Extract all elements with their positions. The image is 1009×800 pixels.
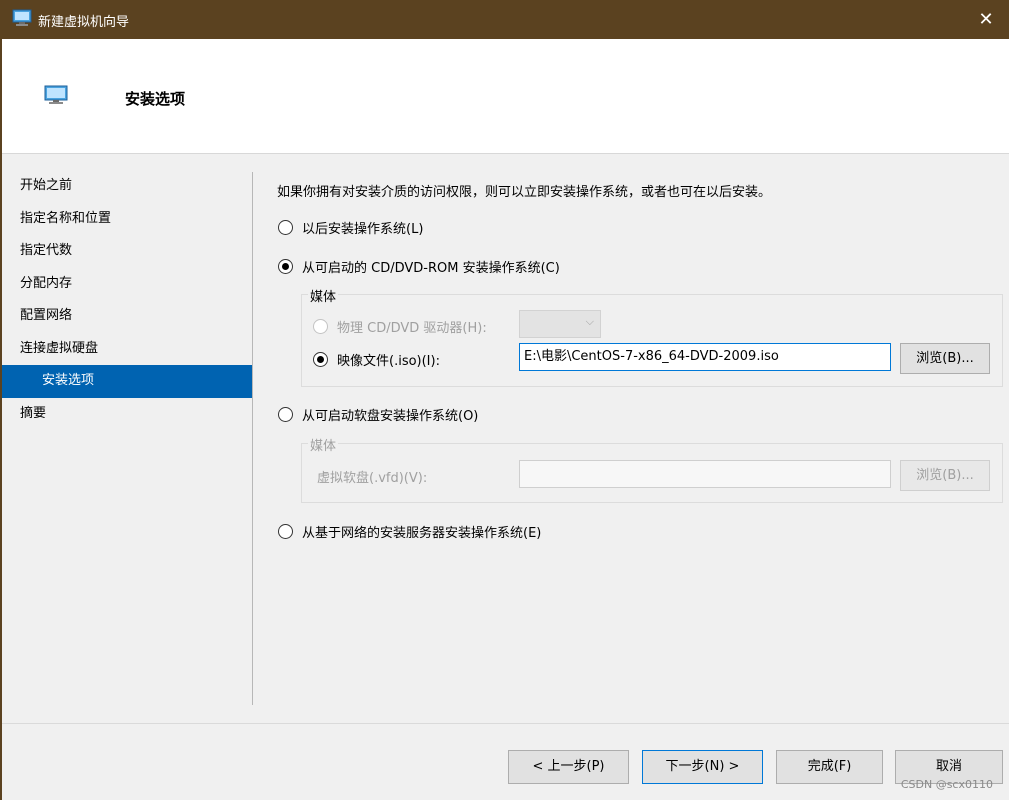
- nav-item-virtual-disk[interactable]: 连接虚拟硬盘: [2, 333, 252, 366]
- radio-cd-dvd[interactable]: [278, 259, 293, 274]
- nav-item-network[interactable]: 配置网络: [2, 300, 252, 333]
- radio-install-later[interactable]: [278, 220, 293, 235]
- option-physical-drive: 物理 CD/DVD 驱动器(H):: [313, 317, 487, 336]
- nav-item-summary[interactable]: 摘要: [2, 398, 252, 431]
- browse-image-button[interactable]: 浏览(B)...: [900, 343, 990, 374]
- next-button[interactable]: 下一步(N) >: [642, 750, 763, 784]
- close-icon[interactable]: ✕: [963, 0, 1009, 39]
- install-options-panel: 如果你拥有对安装介质的访问权限，则可以立即安装操作系统，或者也可在以后安装。 以…: [255, 154, 1009, 714]
- nav-item-name-location[interactable]: 指定名称和位置: [2, 203, 252, 236]
- cd-media-group: [301, 294, 1003, 387]
- physical-drive-label: 物理 CD/DVD 驱动器(H):: [337, 321, 487, 336]
- option-cd-dvd[interactable]: 从可启动的 CD/DVD-ROM 安装操作系统(C): [278, 257, 560, 276]
- radio-network[interactable]: [278, 524, 293, 539]
- radio-image-file[interactable]: [313, 352, 328, 367]
- wizard-header: 安装选项: [2, 39, 1009, 154]
- option-image-file[interactable]: 映像文件(.iso)(I):: [313, 350, 440, 369]
- vfd-label: 虚拟软盘(.vfd)(V):: [317, 471, 428, 486]
- previous-button[interactable]: < 上一步(P): [508, 750, 629, 784]
- intro-text: 如果你拥有对安装介质的访问权限，则可以立即安装操作系统，或者也可在以后安装。: [277, 185, 772, 200]
- wizard-nav: 开始之前 指定名称和位置 指定代数 分配内存 配置网络 连接虚拟硬盘 安装选项 …: [2, 170, 252, 430]
- footer-divider: [2, 723, 1009, 724]
- wizard-monitor-icon: [44, 85, 68, 104]
- floppy-media-group-label: 媒体: [308, 435, 339, 454]
- watermark-text: CSDN @scx0110: [900, 778, 993, 791]
- image-path-input[interactable]: E:\电影\CentOS-7-x86_64-DVD-2009.iso: [519, 343, 891, 371]
- radio-floppy[interactable]: [278, 407, 293, 422]
- physical-drive-dropdown: ⌵: [519, 310, 601, 338]
- hyperv-monitor-icon: [12, 9, 32, 26]
- finish-button[interactable]: 完成(F): [776, 750, 883, 784]
- vfd-path-input: [519, 460, 891, 488]
- title-bar: 新建虚拟机向导 ✕: [0, 0, 1009, 39]
- option-cd-dvd-label: 从可启动的 CD/DVD-ROM 安装操作系统(C): [302, 261, 560, 276]
- window-title: 新建虚拟机向导: [38, 15, 130, 30]
- nav-item-memory[interactable]: 分配内存: [2, 268, 252, 301]
- page-title: 安装选项: [125, 90, 186, 108]
- option-install-later[interactable]: 以后安装操作系统(L): [278, 218, 423, 237]
- browse-vfd-button: 浏览(B)...: [900, 460, 990, 491]
- image-file-label: 映像文件(.iso)(I):: [337, 354, 440, 369]
- nav-divider: [252, 172, 253, 705]
- cd-media-group-label: 媒体: [308, 286, 339, 305]
- option-network[interactable]: 从基于网络的安装服务器安装操作系统(E): [278, 522, 541, 541]
- nav-item-install-options[interactable]: 安装选项: [2, 365, 252, 398]
- chevron-down-icon: ⌵: [585, 315, 594, 328]
- option-install-later-label: 以后安装操作系统(L): [302, 222, 424, 237]
- option-floppy-label: 从可启动软盘安装操作系统(O): [302, 409, 479, 424]
- option-network-label: 从基于网络的安装服务器安装操作系统(E): [302, 526, 542, 541]
- nav-item-before-you-begin[interactable]: 开始之前: [2, 170, 252, 203]
- nav-item-generation[interactable]: 指定代数: [2, 235, 252, 268]
- option-floppy[interactable]: 从可启动软盘安装操作系统(O): [278, 405, 478, 424]
- radio-physical-drive: [313, 319, 328, 334]
